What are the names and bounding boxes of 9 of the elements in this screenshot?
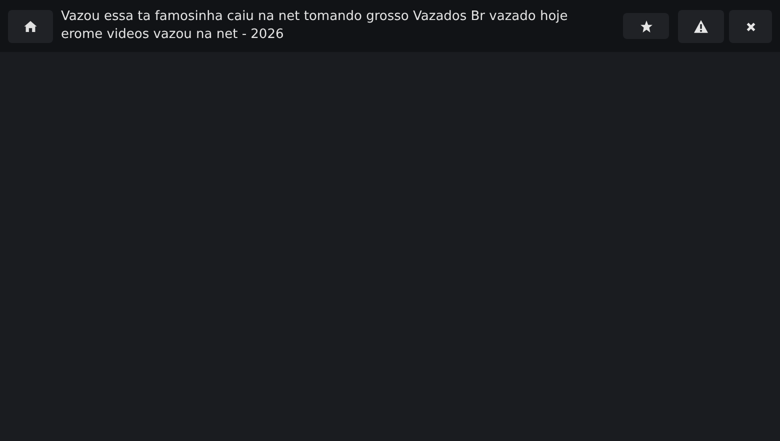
star-icon xyxy=(640,20,652,32)
home-icon xyxy=(24,21,37,32)
close-icon xyxy=(746,22,756,32)
report-button[interactable] xyxy=(678,10,724,43)
page-title: Vazou essa ta famosinha caiu na net tomando grosso Vazados Br vazado hoje erome videos vazou na net - 2026 xyxy=(61,8,569,44)
home-button[interactable] xyxy=(8,10,53,43)
favorite-button[interactable] xyxy=(623,13,669,39)
close-button[interactable] xyxy=(729,10,772,43)
warning-icon xyxy=(694,20,708,33)
